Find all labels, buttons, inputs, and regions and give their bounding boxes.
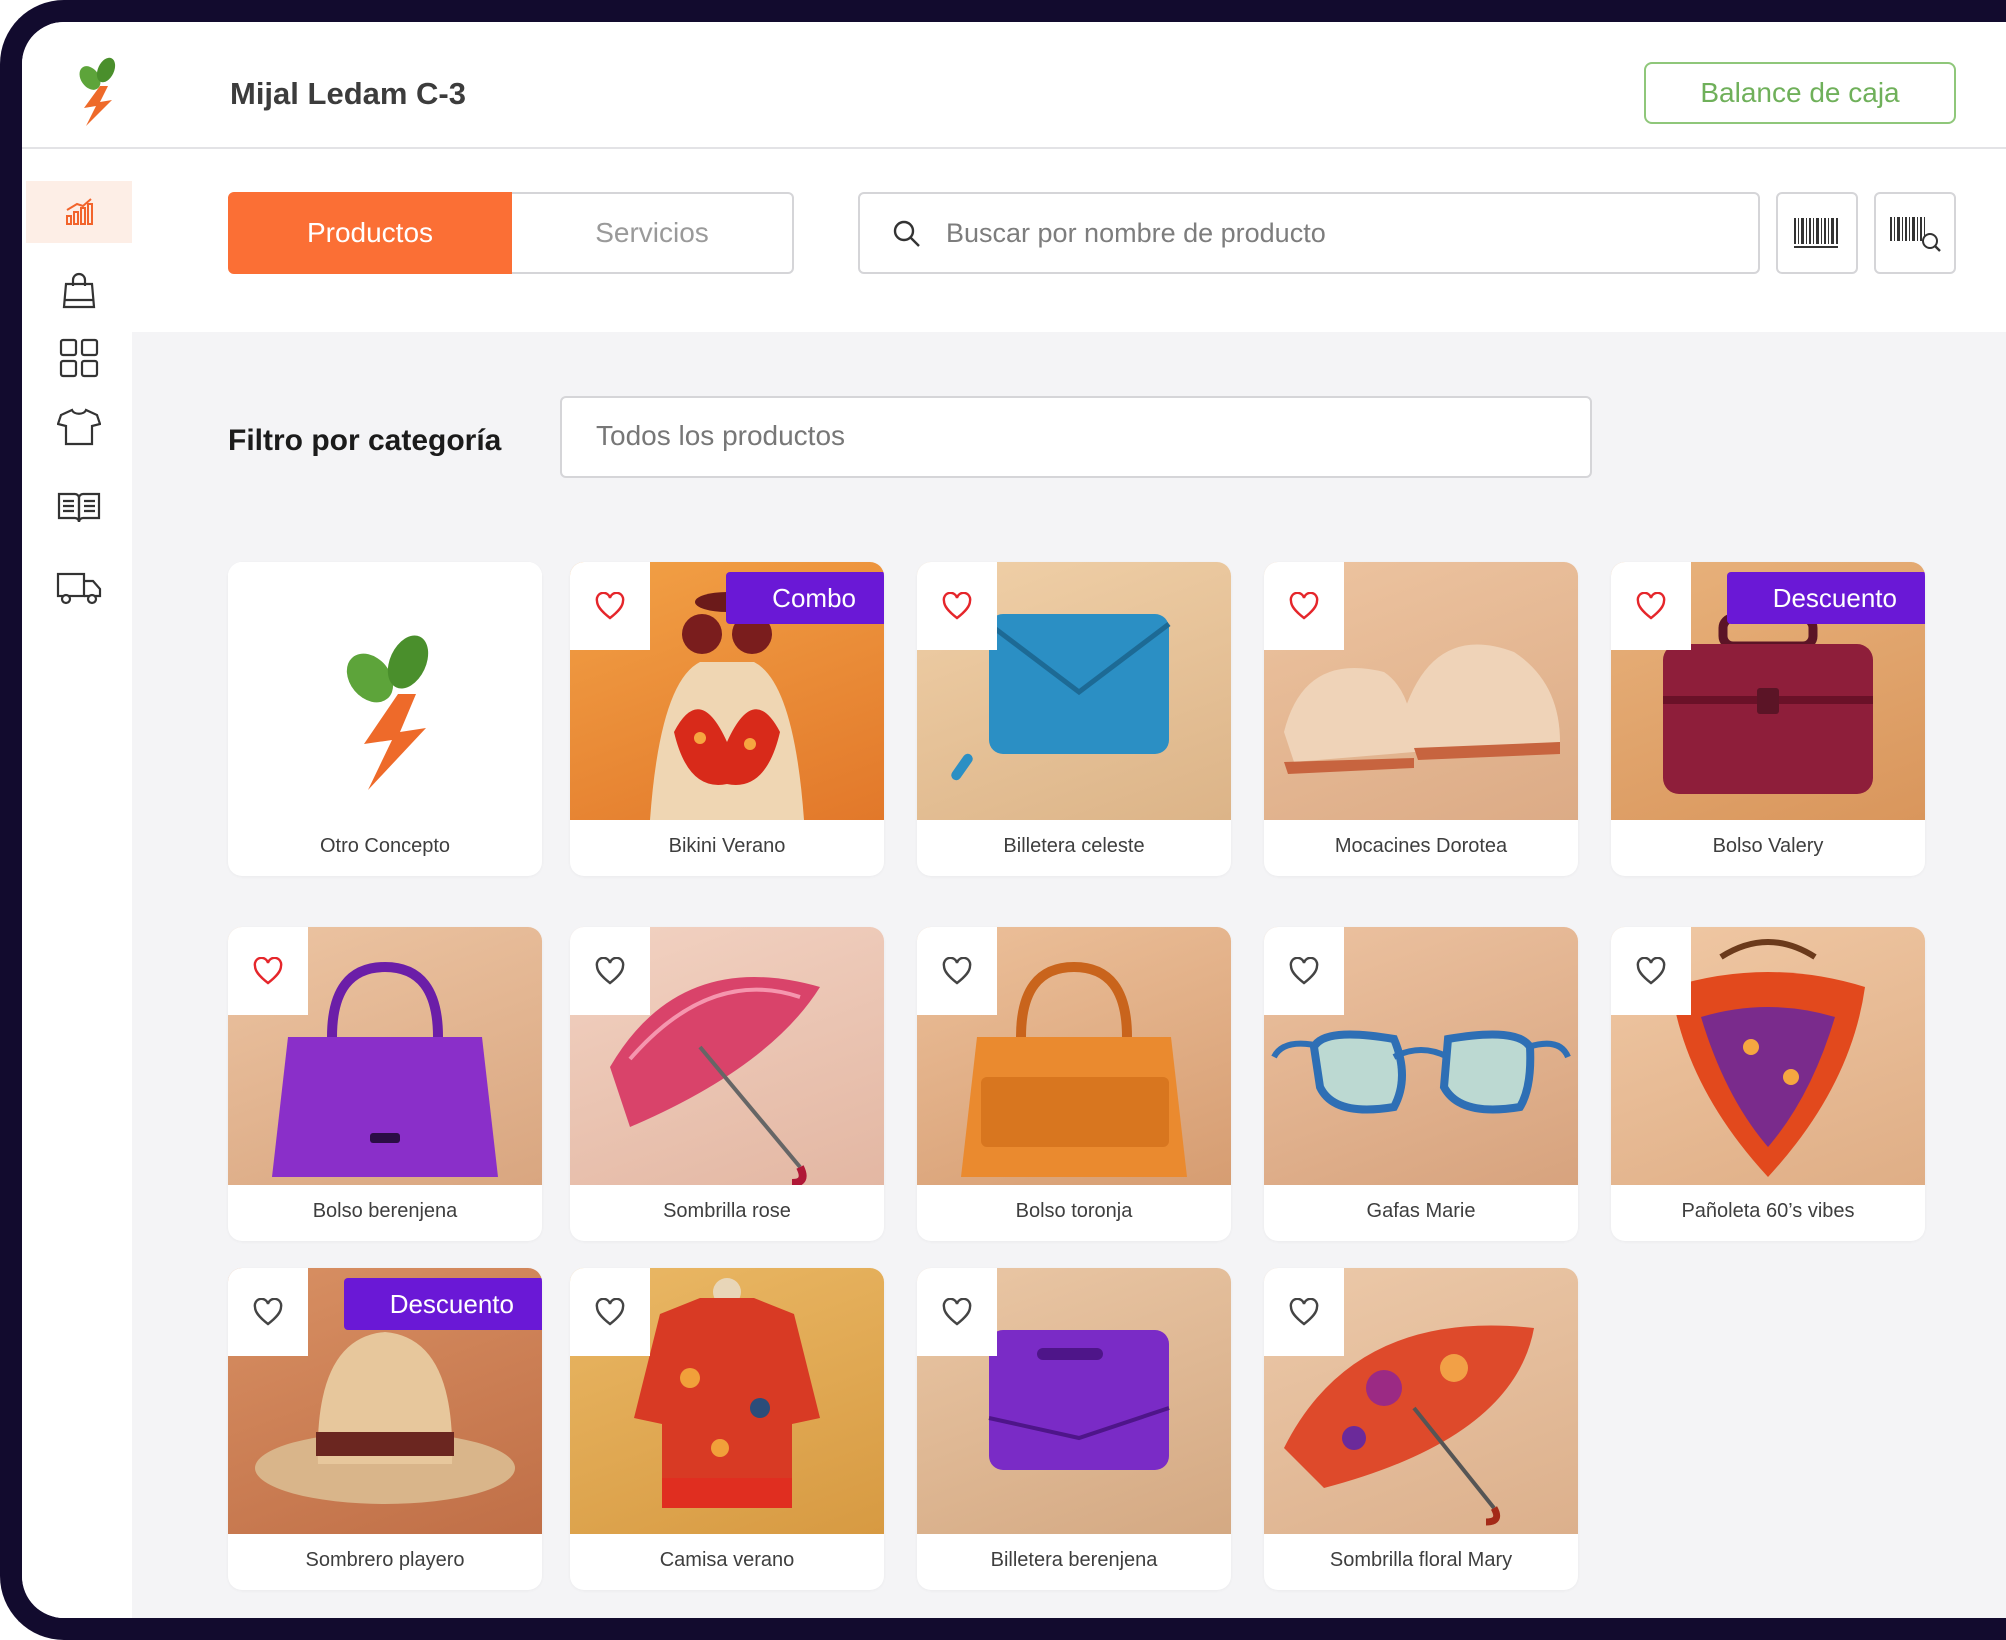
- product-name: Pañoleta 60’s vibes: [1681, 1200, 1855, 1222]
- tab-services[interactable]: Servicios: [512, 192, 794, 274]
- heart-icon: [1636, 592, 1666, 620]
- product-card[interactable]: Sombrilla rose: [570, 927, 884, 1241]
- promo-badge: Combo: [726, 572, 884, 636]
- product-name: Bolso Valery: [1712, 835, 1824, 857]
- product-card[interactable]: Billetera celeste: [917, 562, 1231, 876]
- favorite-button[interactable]: [1611, 562, 1691, 650]
- product-name: Sombrero playero: [305, 1549, 465, 1571]
- heart-icon: [1289, 592, 1319, 620]
- favorite-button[interactable]: [917, 1268, 997, 1356]
- heart-icon: [1289, 957, 1319, 985]
- product-card[interactable]: Otro Concepto: [228, 562, 542, 876]
- t-shirt-icon: [57, 408, 101, 446]
- product-name: Bolso toronja: [1015, 1200, 1133, 1222]
- favorite-button[interactable]: [1264, 562, 1344, 650]
- product-image: [228, 562, 542, 826]
- favorite-button[interactable]: [228, 1268, 308, 1356]
- product-card[interactable]: Billetera berenjena: [917, 1268, 1231, 1590]
- heart-icon: [595, 592, 625, 620]
- product-name: Sombrilla rose: [663, 1200, 791, 1222]
- category-filter-value: Todos los productos: [596, 420, 846, 451]
- sidebar-item-shipping[interactable]: [26, 557, 132, 619]
- product-name: Otro Concepto: [319, 835, 451, 857]
- barcode-scan-button[interactable]: [1776, 192, 1858, 274]
- sidebar-item-sales[interactable]: [26, 181, 132, 243]
- product-name: Mocacines Dorotea: [1334, 835, 1508, 857]
- brand-logo: [79, 57, 116, 126]
- favorite-button[interactable]: [570, 562, 650, 650]
- truck-icon: [56, 572, 102, 605]
- heart-icon: [1636, 957, 1666, 985]
- product-card[interactable]: Mocacines Dorotea: [1264, 562, 1578, 876]
- favorite-button[interactable]: [1264, 927, 1344, 1015]
- product-card[interactable]: Descuento Sombrero playero: [228, 1268, 542, 1590]
- product-name: Sombrilla floral Mary: [1329, 1549, 1513, 1571]
- favorite-button[interactable]: [917, 927, 997, 1015]
- heart-icon: [942, 1298, 972, 1326]
- promo-badge: Descuento: [343, 1278, 542, 1330]
- search-placeholder: Buscar por nombre de producto: [946, 218, 1326, 248]
- barcode-search-icon: [1890, 217, 1941, 252]
- product-card[interactable]: Combo Bikini Verano: [570, 562, 884, 876]
- product-card[interactable]: Camisa verano: [570, 1268, 884, 1590]
- product-name: Bolso berenjena: [312, 1200, 458, 1222]
- type-tabs: Productos Servicios: [228, 192, 794, 274]
- search-icon: [893, 220, 920, 247]
- balance-button[interactable]: Balance de caja: [1644, 62, 1956, 124]
- product-name: Billetera berenjena: [990, 1549, 1158, 1571]
- favorite-button[interactable]: [1264, 1268, 1344, 1356]
- product-name: Gafas Marie: [1366, 1200, 1476, 1222]
- product-card[interactable]: Descuento Bolso Valery: [1611, 562, 1925, 876]
- product-card[interactable]: Pañoleta 60’s vibes: [1611, 927, 1925, 1241]
- product-card[interactable]: Sombrilla floral Mary: [1264, 1268, 1578, 1590]
- chart-icon: [66, 198, 93, 225]
- sidebar-item-products[interactable]: [26, 396, 132, 458]
- book-icon: [57, 492, 101, 523]
- sidebar: [22, 149, 132, 1618]
- favorite-button[interactable]: [917, 562, 997, 650]
- product-card[interactable]: Bolso toronja: [917, 927, 1231, 1241]
- store-name: Mijal Ledam C-3: [230, 76, 466, 111]
- category-filter-select[interactable]: Todos los productos: [560, 396, 1592, 478]
- heart-icon: [942, 592, 972, 620]
- heart-icon: [942, 957, 972, 985]
- heart-icon: [1289, 1298, 1319, 1326]
- promo-badge: Descuento: [1726, 572, 1925, 624]
- product-name: Bikini Verano: [668, 835, 786, 857]
- top-bar: Mijal Ledam C-3 Balance de caja: [22, 22, 2006, 149]
- filter-label: Filtro por categoría: [228, 424, 502, 457]
- barcode-icon: [1794, 218, 1838, 248]
- shopping-bag-icon: [62, 272, 96, 309]
- grid-icon: [59, 338, 99, 378]
- sidebar-item-orders[interactable]: [26, 259, 132, 321]
- heart-icon: [595, 957, 625, 985]
- heart-icon: [253, 957, 283, 985]
- product-card[interactable]: Gafas Marie: [1264, 927, 1578, 1241]
- tab-products[interactable]: Productos: [228, 192, 512, 274]
- heart-icon: [253, 1298, 283, 1326]
- sidebar-item-catalog[interactable]: [26, 476, 132, 538]
- heart-icon: [595, 1298, 625, 1326]
- favorite-button[interactable]: [228, 927, 308, 1015]
- app-frame: Mijal Ledam C-3 Balance de caja Producto…: [0, 0, 2006, 1640]
- search-input[interactable]: Buscar por nombre de producto: [858, 192, 1760, 274]
- product-card[interactable]: Bolso berenjena: [228, 927, 542, 1241]
- product-name: Camisa verano: [659, 1549, 795, 1571]
- barcode-search-button[interactable]: [1874, 192, 1956, 274]
- favorite-button[interactable]: [570, 1268, 650, 1356]
- favorite-button[interactable]: [570, 927, 650, 1015]
- product-name: Billetera celeste: [1003, 835, 1145, 857]
- sidebar-item-categories[interactable]: [26, 327, 132, 389]
- favorite-button[interactable]: [1611, 927, 1691, 1015]
